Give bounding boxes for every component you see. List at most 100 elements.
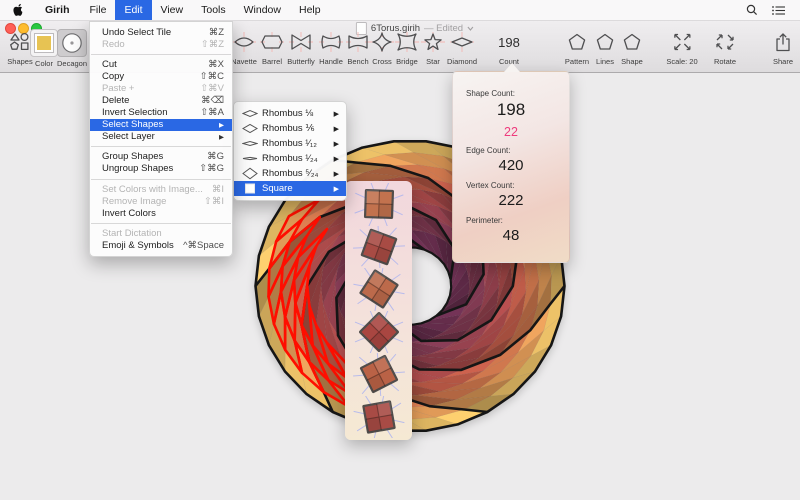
submenu-item-label: Rhombus ¹⁄₁₂ bbox=[262, 138, 334, 149]
select-shapes-submenu: Rhombus ⅛▶Rhombus ⅙▶Rhombus ¹⁄₁₂▶Rhombus… bbox=[233, 101, 347, 201]
spotlight-icon[interactable] bbox=[746, 4, 758, 16]
toolbar-item-shape[interactable]: Shape bbox=[617, 29, 647, 66]
submenu-item-label: Rhombus ⅙ bbox=[262, 123, 334, 134]
tile-square-variant-6[interactable] bbox=[348, 396, 410, 439]
tile-square-variant-5[interactable] bbox=[348, 353, 410, 396]
toolbar-item-count[interactable]: 198Count bbox=[498, 29, 520, 66]
menu-item-label: Start Dictation bbox=[102, 228, 224, 239]
popover-value: 48 bbox=[453, 227, 569, 244]
submenu-item-label: Rhombus ⅛ bbox=[262, 108, 334, 119]
toolbar-item-label: Bridge bbox=[396, 57, 418, 66]
menu-item-start-dictation: Start Dictation bbox=[90, 227, 232, 239]
menubar-item-tools[interactable]: Tools bbox=[192, 0, 235, 20]
menu-item-select-shapes[interactable]: Select Shapes▶ bbox=[90, 119, 232, 131]
toolbar-item-label: Share bbox=[773, 57, 793, 66]
toolbar-item-share[interactable]: Share bbox=[768, 29, 798, 66]
menu-item-group-shapes[interactable]: Group Shapes⌘G bbox=[90, 151, 232, 163]
submenu-item-square[interactable]: Square▶ bbox=[234, 181, 346, 196]
toolbar-item-butterfly[interactable]: Butterfly bbox=[286, 29, 316, 66]
submenu-arrow-icon: ▶ bbox=[334, 125, 339, 133]
popover-value: 198 bbox=[453, 100, 569, 120]
menu-item-label: Emoji & Symbols bbox=[102, 240, 175, 251]
submenu-item-rhombus[interactable]: Rhombus ¹⁄₁₂▶ bbox=[234, 136, 346, 151]
menu-item-paste: Paste +⇧⌘V bbox=[90, 82, 232, 94]
menu-item-invert-selection[interactable]: Invert Selection⇧⌘A bbox=[90, 107, 232, 119]
popover-selected-count: 22 bbox=[453, 125, 569, 139]
menubar-item-file[interactable]: File bbox=[81, 0, 116, 20]
menu-item-select-layer[interactable]: Select Layer ▶ bbox=[90, 131, 232, 143]
tile-square-variant-4[interactable] bbox=[348, 311, 410, 354]
menu-item-label: Invert Colors bbox=[102, 208, 224, 219]
submenu-arrow-icon: ▶ bbox=[219, 133, 224, 141]
toolbar-item-label: Bench bbox=[347, 57, 368, 66]
toolbar-item-handle[interactable]: Handle bbox=[316, 29, 346, 66]
menu-separator bbox=[91, 54, 231, 55]
menu-item-shortcut: ⇧⌘G bbox=[199, 163, 224, 174]
menu-item-delete[interactable]: Delete⌘⌫ bbox=[90, 94, 232, 106]
rhombus-45-icon bbox=[242, 107, 262, 120]
popover-label-shape-count: Shape Count: bbox=[453, 89, 569, 98]
popover-label-perimeter: Perimeter: bbox=[453, 216, 569, 225]
popover-value: 222 bbox=[453, 192, 569, 209]
menu-item-undo-select-tile[interactable]: Undo Select Tile⌘Z bbox=[90, 26, 232, 38]
toolbar-item-label: Cross bbox=[372, 57, 392, 66]
toolbar-item-color[interactable]: Color bbox=[30, 29, 58, 68]
menubar-item-view[interactable]: View bbox=[152, 0, 193, 20]
menu-item-label: Redo bbox=[102, 39, 193, 50]
apple-menu[interactable] bbox=[0, 3, 34, 17]
menu-item-label: Select Layer bbox=[102, 131, 211, 142]
menu-separator bbox=[91, 223, 231, 224]
toolbar-item-label: Diamond bbox=[447, 57, 477, 66]
menu-item-copy[interactable]: Copy ⇧⌘C bbox=[90, 70, 232, 82]
decagon-icon bbox=[57, 29, 87, 57]
navette-icon bbox=[229, 29, 259, 55]
menubar-app-name[interactable]: Girih bbox=[34, 4, 81, 16]
toolbar-item-label: Scale: 20 bbox=[666, 57, 697, 66]
rhombus-30-icon bbox=[242, 137, 262, 150]
toolbar-item-pattern[interactable]: Pattern bbox=[562, 29, 592, 66]
submenu-item-label: Square bbox=[262, 183, 334, 194]
menubar-item-window[interactable]: Window bbox=[235, 0, 290, 20]
submenu-item-rhombus[interactable]: Rhombus ⁵⁄₂₄▶ bbox=[234, 166, 346, 181]
toolbar-item-barrel[interactable]: Barrel bbox=[257, 29, 287, 66]
menu-item-label: Set Colors with Image... bbox=[102, 184, 204, 195]
menu-item-shortcut: ⇧⌘Z bbox=[201, 39, 224, 50]
toolbar-item-navette[interactable]: Navette bbox=[229, 29, 259, 66]
submenu-item-rhombus[interactable]: Rhombus ¹⁄₂₄▶ bbox=[234, 151, 346, 166]
notification-list-icon[interactable] bbox=[772, 5, 786, 16]
tile-square-variant-2[interactable] bbox=[348, 226, 410, 269]
edit-menu: Undo Select Tile⌘ZRedo ⇧⌘Z Cut⌘XCopy ⇧⌘CPas… bbox=[89, 21, 233, 257]
toolbar-item-label: Decagon bbox=[57, 59, 87, 68]
submenu-item-rhombus[interactable]: Rhombus ⅙▶ bbox=[234, 121, 346, 136]
menu-item-shortcut: ⌘Z bbox=[209, 27, 224, 38]
toolbar-item-diamond[interactable]: Diamond bbox=[447, 29, 477, 66]
toolbar-item-lines[interactable]: Lines bbox=[590, 29, 620, 66]
toolbar-item-rotate[interactable]: Rotate bbox=[710, 29, 740, 66]
toolbar-item-label: Butterfly bbox=[287, 57, 315, 66]
menubar-item-help[interactable]: Help bbox=[290, 0, 330, 20]
menu-item-emoji-symbols[interactable]: Emoji & Symbols^⌘Space bbox=[90, 239, 232, 251]
menu-item-ungroup-shapes[interactable]: Ungroup Shapes ⇧⌘G bbox=[90, 163, 232, 175]
menu-item-label: Copy bbox=[102, 71, 192, 82]
tile-square-variant-1[interactable] bbox=[348, 183, 410, 226]
menu-item-label: Cut bbox=[102, 59, 200, 70]
toolbar-item-label: Lines bbox=[596, 57, 614, 66]
menu-item-label: Ungroup Shapes bbox=[102, 163, 191, 174]
square-icon bbox=[242, 182, 262, 195]
menu-item-remove-image: Remove Image⇧⌘I bbox=[90, 195, 232, 207]
toolbar-item-decagon[interactable]: Decagon bbox=[57, 29, 87, 68]
barrel-icon bbox=[257, 29, 287, 55]
toolbar-item-star[interactable]: Star bbox=[418, 29, 448, 66]
menu-item-label: Select Shapes bbox=[102, 119, 211, 130]
submenu-item-rhombus[interactable]: Rhombus ⅛▶ bbox=[234, 106, 346, 121]
menu-item-shortcut: ⇧⌘C bbox=[200, 71, 224, 82]
menu-item-invert-colors[interactable]: Invert Colors bbox=[90, 207, 232, 219]
menu-item-label: Delete bbox=[102, 95, 193, 106]
tile-square-variant-3[interactable] bbox=[348, 268, 410, 311]
menu-item-cut[interactable]: Cut⌘X bbox=[90, 58, 232, 70]
menubar-item-edit[interactable]: Edit bbox=[115, 0, 151, 20]
popover-value: 420 bbox=[453, 157, 569, 174]
lines-icon bbox=[590, 29, 620, 55]
toolbar-item-scale[interactable]: Scale: 20 bbox=[666, 29, 697, 66]
submenu-item-label: Rhombus ⁵⁄₂₄ bbox=[262, 168, 334, 179]
